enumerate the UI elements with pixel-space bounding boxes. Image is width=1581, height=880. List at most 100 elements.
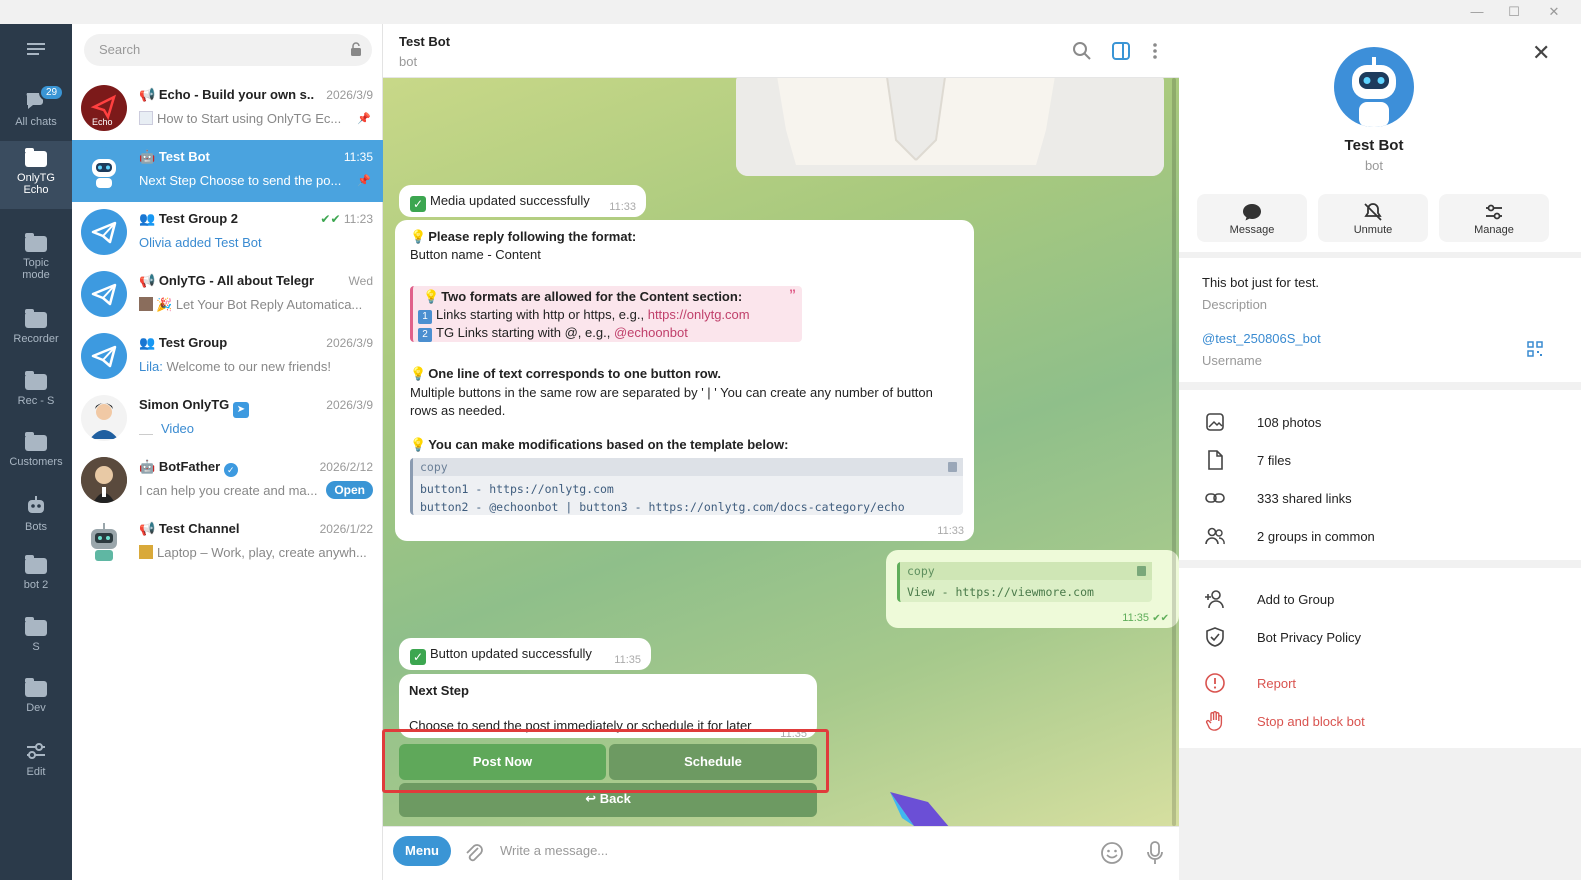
group-icon: 👥 bbox=[139, 211, 159, 226]
quote-line: TG Links starting with @, e.g., bbox=[436, 325, 614, 340]
image-thumbnail-icon bbox=[139, 545, 153, 559]
lightbulb-icon: 💡 bbox=[410, 229, 427, 244]
chat-name: 📢 Test Channel bbox=[139, 521, 239, 537]
more-vert-icon[interactable] bbox=[1145, 41, 1165, 61]
code-copy-header[interactable]: copy bbox=[900, 562, 1152, 580]
hamburger-menu-icon[interactable] bbox=[25, 40, 47, 58]
chat-row-onlytg-all-about-telegram[interactable]: 📢 OnlyTG - All about Telegram Wed 🎉 Let … bbox=[72, 264, 383, 326]
profile-subtitle: bot bbox=[1364, 158, 1384, 173]
outgoing-message: copy View - https://viewmore.com 11:35 ✔… bbox=[886, 550, 1179, 628]
privacy-policy-action[interactable]: Bot Privacy Policy bbox=[1257, 630, 1361, 645]
chat-title: Echo - Build your own s... bbox=[158, 87, 314, 102]
close-panel-icon[interactable]: ✕ bbox=[1532, 40, 1550, 66]
preview-sender: Lila: bbox=[139, 359, 163, 374]
message-input[interactable]: Write a message... bbox=[500, 843, 608, 858]
media-updated-message: ✓ Media updated successfully 11:33 bbox=[399, 185, 646, 217]
check-mark-icon: ✓ bbox=[410, 196, 426, 212]
chat-title: Simon OnlyTG bbox=[139, 397, 230, 412]
microphone-icon[interactable] bbox=[1145, 840, 1165, 866]
chat-row-echo[interactable]: Echo 📢 Echo - Build your own s... 2026/3… bbox=[72, 78, 383, 140]
message-title: Next Step bbox=[409, 683, 469, 698]
folder-s[interactable]: S bbox=[0, 610, 72, 672]
chat-title: BotFather bbox=[158, 459, 221, 474]
minimize-icon[interactable]: — bbox=[1468, 4, 1486, 20]
chat-name: 🤖 Test Bot bbox=[139, 149, 210, 165]
chat-title: Test Group 2 bbox=[158, 211, 239, 226]
emoji-icon[interactable] bbox=[1100, 841, 1124, 865]
chat-name: 👥 Test Group bbox=[139, 335, 227, 351]
chat-title[interactable]: Test Bot bbox=[399, 34, 450, 49]
search-icon[interactable] bbox=[1072, 41, 1092, 61]
media-message-image[interactable] bbox=[736, 78, 1164, 176]
folder-bots[interactable]: Bots bbox=[0, 487, 72, 549]
mention-link[interactable]: @echoonbot bbox=[614, 325, 688, 340]
copy-icon[interactable] bbox=[1137, 566, 1146, 576]
report-action[interactable]: Report bbox=[1257, 676, 1296, 691]
format-instructions-message: 💡 Please reply following the format: Butt… bbox=[395, 220, 974, 541]
search-input[interactable]: Search bbox=[84, 34, 372, 66]
message-button[interactable]: Message bbox=[1197, 194, 1307, 242]
username-link[interactable]: @test_250806S_bot bbox=[1202, 331, 1321, 346]
unmute-button[interactable]: Unmute bbox=[1318, 194, 1428, 242]
add-to-group-action[interactable]: Add to Group bbox=[1257, 592, 1334, 607]
folder-icon bbox=[25, 233, 47, 252]
channel-megaphone-icon: 📢 bbox=[139, 87, 159, 102]
chat-row-test-channel[interactable]: 📢 Test Channel 2026/1/22 Laptop – Work, … bbox=[72, 512, 383, 574]
chat-row-botfather[interactable]: 🤖 BotFather ✓ 2026/2/12 I can help you c… bbox=[72, 450, 383, 512]
message-time: 11:35 bbox=[1122, 612, 1149, 624]
folder-recorder[interactable]: Recorder bbox=[0, 302, 72, 364]
stop-block-bot-action[interactable]: Stop and block bot bbox=[1257, 714, 1365, 729]
channel-megaphone-icon: 📢 bbox=[139, 273, 159, 288]
chat-title: OnlyTG - All about Telegram bbox=[158, 273, 314, 288]
folder-topic-mode[interactable]: Topic mode bbox=[0, 226, 72, 288]
copy-icon[interactable] bbox=[948, 462, 957, 472]
folder-dev[interactable]: Dev bbox=[0, 671, 72, 733]
unread-badge: 29 bbox=[39, 84, 65, 101]
back-arrow-icon: ↩ bbox=[585, 791, 600, 806]
chat-scrollbar[interactable] bbox=[1172, 78, 1176, 826]
quote-mark-icon: ” bbox=[789, 286, 796, 302]
profile-avatar[interactable] bbox=[1334, 47, 1414, 127]
links-count[interactable]: 333 shared links bbox=[1257, 491, 1352, 506]
party-icon: 🎉 bbox=[156, 297, 176, 312]
qr-code-icon[interactable] bbox=[1527, 341, 1543, 357]
folder-label: Customers bbox=[9, 456, 63, 468]
chat-list-panel: Search Echo 📢 Echo - Build your own s...… bbox=[72, 24, 383, 880]
folder-label: Edit bbox=[26, 766, 46, 778]
code-block[interactable]: copy View - https://viewmore.com bbox=[897, 562, 1152, 602]
chat-messages-area[interactable]: ✓ Media updated successfully 11:33 💡 Pleas… bbox=[383, 78, 1179, 826]
bot-menu-button[interactable]: Menu bbox=[393, 836, 451, 866]
groups-in-common[interactable]: 2 groups in common bbox=[1257, 529, 1375, 544]
folder-label: Dev bbox=[26, 702, 46, 714]
attach-icon[interactable] bbox=[463, 842, 485, 864]
link-icon bbox=[1205, 493, 1225, 503]
maximize-icon[interactable]: ☐ bbox=[1505, 4, 1523, 20]
bot-icon bbox=[28, 496, 44, 513]
folder-customers[interactable]: Customers bbox=[0, 425, 72, 487]
folder-onlytg-echo[interactable]: OnlyTG Echo bbox=[0, 141, 72, 209]
code-block[interactable]: copy button1 - https://onlytg.com button… bbox=[410, 458, 963, 515]
lock-icon[interactable] bbox=[350, 42, 362, 56]
sliders-icon bbox=[1486, 204, 1502, 220]
folder-rec-s[interactable]: Rec - S bbox=[0, 364, 72, 426]
sidebar-toggle-icon[interactable] bbox=[1111, 41, 1131, 61]
telegram-plane-icon bbox=[91, 345, 117, 368]
open-app-button[interactable]: Open bbox=[326, 481, 373, 499]
close-window-icon[interactable]: ✕ bbox=[1545, 4, 1563, 20]
chat-row-test-group-2[interactable]: 👥 Test Group 2 ✔✔ 11:23 Olivia added Tes… bbox=[72, 202, 383, 264]
photos-count[interactable]: 108 photos bbox=[1257, 415, 1321, 430]
chat-row-test-group[interactable]: 👥 Test Group 2026/3/9 Lila: Welcome to o… bbox=[72, 326, 383, 388]
preview-text: Olivia added Test Bot bbox=[139, 235, 262, 250]
telegram-badge-icon: ➤ bbox=[232, 402, 249, 418]
time-text: 11:23 bbox=[343, 212, 373, 226]
window-titlebar: — ☐ ✕ bbox=[0, 0, 1581, 24]
folder-bot-2[interactable]: bot 2 bbox=[0, 548, 72, 610]
files-count[interactable]: 7 files bbox=[1257, 453, 1291, 468]
chat-row-test-bot[interactable]: 🤖 Test Bot 11:35 Next Step Choose to sen… bbox=[72, 140, 383, 202]
url-link[interactable]: https://onlytg.com bbox=[648, 307, 750, 322]
code-copy-header[interactable]: copy bbox=[413, 458, 963, 476]
chat-row-simon-onlytg[interactable]: Simon OnlyTG ➤ 2026/3/9 Video bbox=[72, 388, 383, 450]
folder-edit[interactable]: Edit bbox=[0, 732, 72, 794]
button-label: Back bbox=[599, 791, 631, 806]
manage-button[interactable]: Manage bbox=[1439, 194, 1549, 242]
